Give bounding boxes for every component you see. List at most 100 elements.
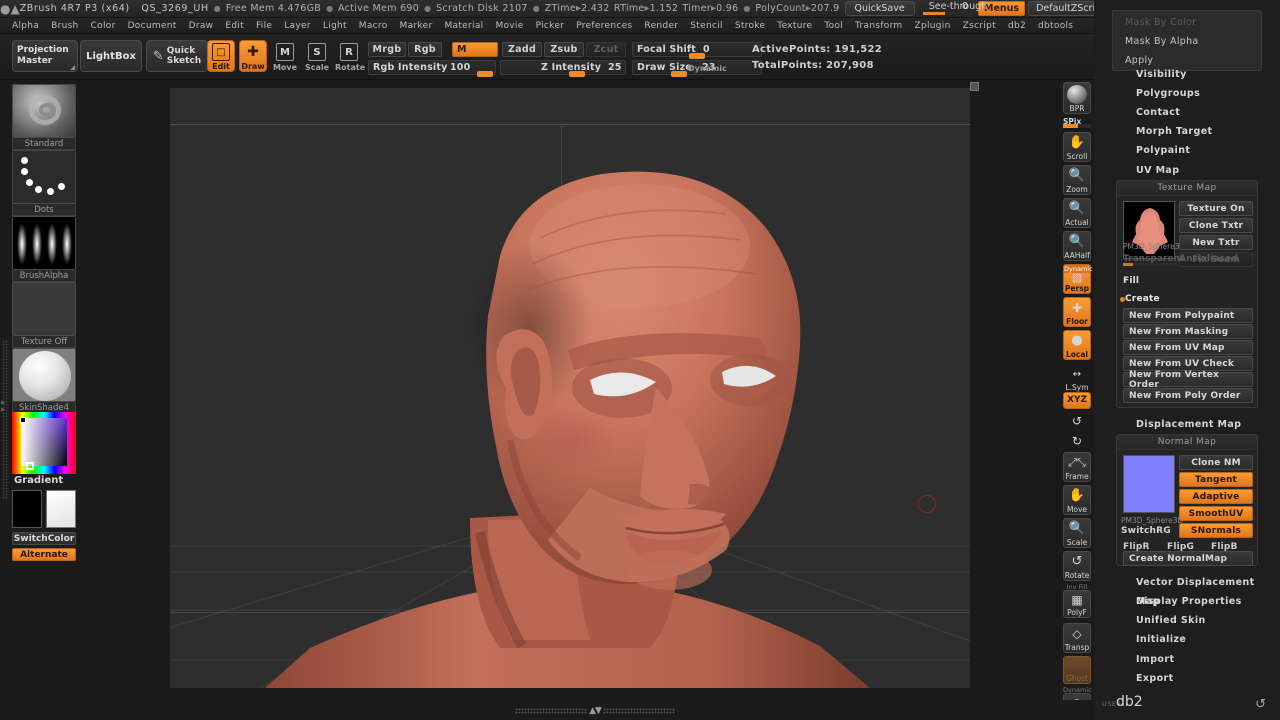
section-import[interactable]: Import — [1094, 650, 1280, 669]
section-visibility[interactable]: Visibility — [1094, 65, 1280, 84]
section-initialize[interactable]: Initialize — [1094, 630, 1280, 649]
section-unified-skin[interactable]: Unified Skin — [1094, 611, 1280, 630]
fill-button[interactable]: Fill — [1123, 273, 1183, 288]
new-from-vertex-order-button[interactable]: New From Vertex Order — [1123, 370, 1253, 390]
canvas-corner-marker[interactable] — [970, 82, 979, 91]
section-displacement-map[interactable]: Displacement Map — [1094, 415, 1280, 434]
actual-button[interactable]: 🔍 Actual — [1063, 198, 1091, 228]
z-intensity-slider[interactable]: Z Intensity 25 — [500, 60, 626, 77]
menu-movie[interactable]: Movie — [489, 19, 529, 33]
switch-color-button[interactable]: SwitchColor — [12, 532, 76, 545]
menu-file[interactable]: File — [250, 19, 278, 33]
menu-mask-by-alpha[interactable]: Mask By Alpha — [1113, 32, 1261, 51]
color-picker-handle[interactable] — [26, 462, 34, 470]
new-from-poly-order-button[interactable]: New From Poly Order — [1123, 388, 1253, 403]
tangent-button[interactable]: Tangent — [1179, 472, 1253, 487]
palette-collapse-arrows-icon[interactable]: ▸ ▸ — [1, 399, 6, 415]
menu-marker[interactable]: Marker — [394, 19, 439, 33]
clone-nm-button[interactable]: Clone NM — [1179, 455, 1253, 470]
antialiased-button[interactable]: Antialiased — [1179, 253, 1253, 265]
scale-button[interactable]: S Scale — [303, 40, 331, 72]
alternate-button[interactable]: Alternate — [12, 548, 76, 561]
lsym-button[interactable]: ↔ L.Sym — [1063, 366, 1091, 392]
frame-button[interactable]: ⤢⤡ Frame — [1063, 452, 1091, 482]
secondary-color-swatch[interactable] — [46, 490, 76, 528]
z-intensity-knob[interactable] — [569, 71, 585, 77]
adaptive-button[interactable]: Adaptive — [1179, 489, 1253, 504]
menu-preferences[interactable]: Preferences — [570, 19, 638, 33]
section-uv-map[interactable]: UV Map — [1094, 161, 1280, 180]
menu-edit[interactable]: Edit — [219, 19, 250, 33]
edit-button[interactable]: □ Edit — [207, 40, 235, 72]
zadd-button[interactable]: Zadd — [502, 42, 542, 57]
new-from-masking-button[interactable]: New From Masking — [1123, 324, 1253, 339]
material-selector[interactable]: SkinShade4 — [12, 348, 76, 414]
shelf-resize-handle[interactable]: ▲▼ — [515, 706, 675, 716]
rgb-intensity-slider[interactable]: Rgb Intensity 100 — [368, 60, 496, 77]
spix-slider[interactable]: SPix — [1063, 116, 1091, 128]
m-button[interactable]: M — [452, 42, 498, 57]
snormals-button[interactable]: SNormals — [1179, 523, 1253, 538]
texture-on-button[interactable]: Texture On — [1179, 201, 1253, 216]
zoom-button[interactable]: 🔍 Zoom — [1063, 165, 1091, 195]
menu-tool[interactable]: Tool — [818, 19, 849, 33]
scroll-button[interactable]: ✋ Scroll — [1063, 132, 1091, 162]
section-display-properties[interactable]: Display Properties — [1094, 592, 1280, 611]
transp-button[interactable]: ◇ Transp — [1063, 623, 1091, 653]
rgb-button[interactable]: Rgb — [408, 42, 442, 57]
create-button[interactable]: Create — [1125, 291, 1185, 306]
quick-sketch-button[interactable]: ✎ Quick Sketch — [146, 40, 208, 72]
section-vector-displacement-map[interactable]: Vector Displacement Map — [1094, 573, 1280, 607]
menu-transform[interactable]: Transform — [849, 19, 908, 33]
color-picker[interactable] — [12, 412, 76, 474]
texture-selector[interactable]: Texture Off — [12, 282, 76, 348]
menu-layer[interactable]: Layer — [278, 19, 317, 33]
clone-txtr-button[interactable]: Clone Txtr — [1179, 218, 1253, 233]
palette-drag-handle[interactable] — [2, 340, 9, 500]
menu-stroke[interactable]: Stroke — [729, 19, 771, 33]
mrgb-button[interactable]: Mrgb — [368, 42, 406, 57]
menu-zscript[interactable]: Zscript — [957, 19, 1002, 33]
primary-color-swatch[interactable] — [12, 490, 42, 528]
rgb-intensity-knob[interactable] — [477, 71, 493, 77]
create-normalmap-button[interactable]: Create NormalMap — [1123, 551, 1253, 566]
color-picker-square[interactable] — [21, 418, 67, 466]
handle-arrows-icon[interactable]: ▲▼ — [589, 706, 602, 716]
persp-button[interactable]: Dynamic ▧ Persp — [1063, 264, 1093, 294]
brush-selector[interactable]: Standard — [12, 84, 76, 150]
scale-nav-button[interactable]: 🔍 Scale — [1063, 518, 1091, 548]
section-polypaint[interactable]: Polypaint — [1094, 141, 1280, 160]
aahalf-button[interactable]: 🔍 AAHalf — [1063, 231, 1091, 261]
smoothuv-button[interactable]: SmoothUV — [1179, 506, 1253, 521]
local-button[interactable]: ● Local — [1063, 330, 1091, 360]
menu-texture[interactable]: Texture — [771, 19, 818, 33]
focal-shift-slider[interactable]: Focal Shift 0 — [632, 42, 762, 59]
section-morph-target[interactable]: Morph Target — [1094, 122, 1280, 141]
menu-render[interactable]: Render — [638, 19, 684, 33]
menu-material[interactable]: Material — [438, 19, 489, 33]
projection-master-button[interactable]: Projection Master — [12, 40, 78, 72]
draw-button[interactable]: ✚ Draw — [239, 40, 267, 72]
menu-draw[interactable]: Draw — [183, 19, 220, 33]
menu-color[interactable]: Color — [85, 19, 122, 33]
zsub-button[interactable]: Zsub — [544, 42, 584, 57]
menu-zplugin[interactable]: Zplugin — [909, 19, 957, 33]
menu-picker[interactable]: Picker — [530, 19, 571, 33]
history-undo-icon[interactable]: ↺ — [1255, 697, 1266, 712]
menu-brush[interactable]: Brush — [45, 19, 84, 33]
new-from-polypaint-button[interactable]: New From Polypaint — [1123, 308, 1253, 323]
undo-button[interactable]: ↺ — [1063, 412, 1091, 430]
zcut-button[interactable]: Zcut — [586, 42, 626, 57]
canvas-area[interactable] — [86, 80, 1060, 700]
xyz-button[interactable]: XYZ — [1063, 392, 1091, 409]
section-export[interactable]: Export — [1094, 669, 1280, 688]
new-from-uv-map-button[interactable]: New From UV Map — [1123, 340, 1253, 355]
menu-dbtools[interactable]: dbtools — [1032, 19, 1079, 33]
bpr-button[interactable]: BPR — [1063, 82, 1091, 114]
floor-button[interactable]: ✚ Floor — [1063, 297, 1091, 327]
rotate-button[interactable]: R Rotate — [335, 40, 365, 72]
switchrg-button[interactable]: SwitchRG — [1121, 523, 1177, 538]
menu-mask-by-color[interactable]: Mask By Color — [1113, 13, 1261, 32]
alpha-selector[interactable]: BrushAlpha — [12, 216, 76, 282]
menu-light[interactable]: Light — [317, 19, 353, 33]
